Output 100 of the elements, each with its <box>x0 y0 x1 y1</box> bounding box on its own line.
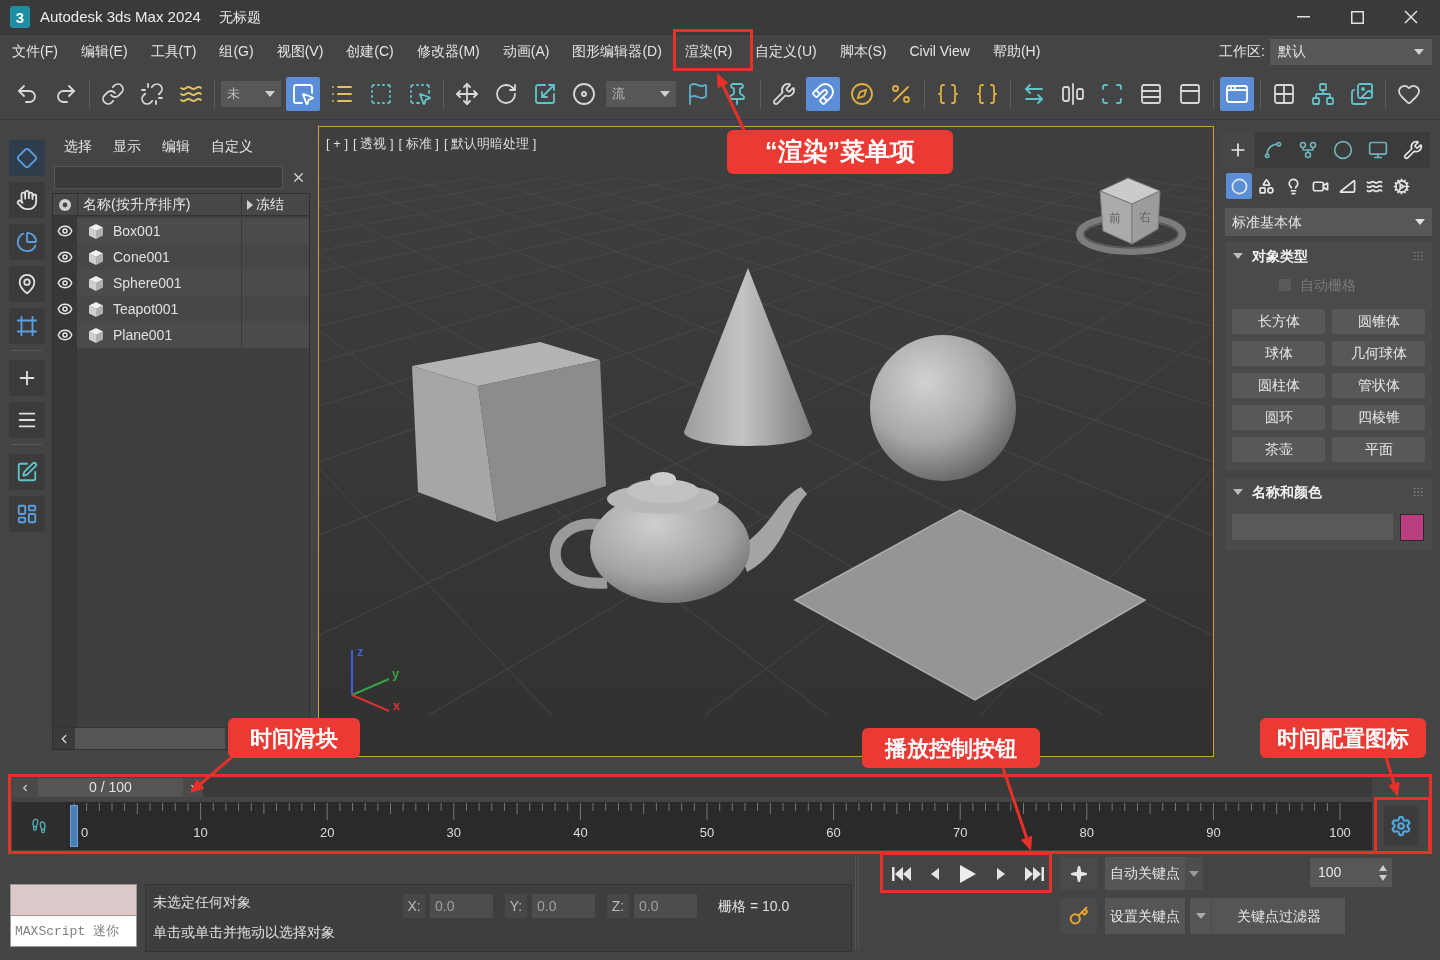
tool-button[interactable] <box>9 266 45 302</box>
explorer-menu-tab[interactable]: 自定义 <box>201 133 263 159</box>
primitive-button[interactable]: 几何球体 <box>1332 341 1425 366</box>
menu-item[interactable]: 组(G) <box>208 37 265 66</box>
menu-item[interactable]: 视图(V) <box>265 37 335 66</box>
workspace-dropdown[interactable]: 默认 <box>1270 38 1432 65</box>
menu-item[interactable]: 创建(C) <box>335 37 405 66</box>
auto-key-dropdown[interactable] <box>1185 857 1203 890</box>
menu-item[interactable]: 修改器(M) <box>405 37 491 66</box>
column-header[interactable]: 名称(按升序排序) <box>77 194 241 215</box>
tool-button[interactable] <box>9 454 45 490</box>
object-row[interactable]: Box001 <box>53 218 309 244</box>
current-frame-marker[interactable] <box>70 805 78 847</box>
menu-item[interactable]: 脚本(S) <box>828 37 898 66</box>
primitive-button[interactable]: 圆柱体 <box>1232 373 1325 398</box>
tool-button[interactable] <box>9 224 45 260</box>
search-field[interactable] <box>54 166 283 189</box>
key-mode-button[interactable] <box>1060 857 1097 890</box>
macro-recorder-field[interactable] <box>10 884 137 916</box>
monitor-icon <box>1367 140 1388 160</box>
auto-key-button[interactable]: 自动关键点 <box>1105 857 1185 890</box>
viewcube-drawing[interactable] <box>1075 177 1187 255</box>
set-key-mode-button[interactable] <box>1060 898 1097 934</box>
viewport-menu-label[interactable]: [ 默认明暗处理 ] <box>443 134 537 154</box>
toolbar-button[interactable] <box>806 76 840 111</box>
object-row[interactable]: Sphere001 <box>53 270 309 296</box>
menu-item[interactable]: 编辑(E) <box>69 37 139 66</box>
settings-icon <box>1390 815 1412 837</box>
toolbar-button[interactable] <box>1220 76 1254 111</box>
object-row[interactable]: Teapot001 <box>53 296 309 322</box>
set-key-button[interactable]: 设置关键点 <box>1105 898 1185 934</box>
chevron-left-icon <box>20 782 30 793</box>
menu-item[interactable]: 自定义(U) <box>744 37 828 66</box>
primitive-button[interactable]: 四棱锥 <box>1332 405 1425 430</box>
primitive-button[interactable]: 圆锥体 <box>1332 309 1425 334</box>
tool-button[interactable] <box>9 402 45 438</box>
dashed-square-pointer-icon <box>408 81 432 106</box>
viewport-menu-label[interactable]: [ + ] <box>326 134 349 154</box>
left-triangle-icon <box>930 867 939 880</box>
circle-dot-icon <box>59 198 71 211</box>
menu-item[interactable]: Civil View <box>898 37 981 66</box>
caret-icon <box>265 90 275 97</box>
rollout-header[interactable]: 名称和颜色 <box>1225 478 1432 506</box>
menu-item[interactable]: 渲染(R) <box>673 37 744 66</box>
caret-icon <box>1195 913 1206 919</box>
status-message: 未选定任何对象 <box>153 894 252 910</box>
rotate-icon <box>494 81 518 106</box>
tool-button[interactable] <box>9 182 45 218</box>
primitive-button[interactable]: 茶壶 <box>1232 437 1325 462</box>
viewcube-face-label: 右 <box>1139 209 1151 226</box>
app-logo: 3 <box>10 6 30 28</box>
object-row[interactable]: Plane001 <box>53 322 309 348</box>
menu-item[interactable]: 工具(T) <box>139 37 208 66</box>
primitive-button[interactable]: 长方体 <box>1232 309 1325 334</box>
menu-item[interactable]: 图形编辑器(D) <box>561 37 673 66</box>
pen-square-icon <box>16 461 38 483</box>
primitive-button[interactable]: 管状体 <box>1332 373 1425 398</box>
scan-frame-icon <box>1100 81 1124 106</box>
primitive-button[interactable]: 球体 <box>1232 341 1325 366</box>
previous-frame-button[interactable] <box>12 778 38 797</box>
toolbar-dropdown[interactable]: 流 <box>606 80 676 107</box>
explorer-menu-tab[interactable]: 选择 <box>54 133 102 159</box>
color-swatch[interactable] <box>1400 514 1424 541</box>
tool-button[interactable] <box>9 496 45 532</box>
coordinate-label: Y: <box>505 894 527 918</box>
key-filters-button[interactable]: 关键点过滤器 <box>1190 898 1345 934</box>
toolbar-dropdown[interactable]: 未 <box>221 80 281 107</box>
grid-size-text: 栅格 = 10.0 <box>718 897 790 916</box>
cube-icon <box>89 301 103 317</box>
frame-spinner[interactable]: 100 <box>1310 858 1392 887</box>
menu-item[interactable]: 动画(A) <box>491 37 561 66</box>
category-dropdown[interactable]: 标准基本体 <box>1225 208 1432 236</box>
tool-button[interactable] <box>9 140 45 176</box>
link-icon <box>101 81 125 106</box>
skip-to-start-icon <box>891 866 912 881</box>
menu-item[interactable]: 文件(F) <box>1 37 69 66</box>
command-panel-tab[interactable] <box>1255 132 1290 168</box>
circle-icon <box>1332 140 1353 160</box>
tool-button[interactable] <box>9 360 45 396</box>
object-row[interactable]: Cone001 <box>53 244 309 270</box>
toolbar-button[interactable] <box>286 76 320 111</box>
command-panel-tab[interactable] <box>1395 132 1430 168</box>
explorer-menu-tab[interactable]: 显示 <box>103 133 151 159</box>
cube-icon <box>89 327 103 343</box>
rollout-header[interactable]: 对象类型 <box>1225 242 1432 270</box>
primitive-button[interactable]: 平面 <box>1332 437 1425 462</box>
primitive-button[interactable]: 圆环 <box>1232 405 1325 430</box>
explorer-menu-tab[interactable]: 编辑 <box>152 133 200 159</box>
time-configuration-button[interactable] <box>1384 806 1418 846</box>
grip-icon <box>1412 250 1424 262</box>
time-slider-thumb[interactable]: 0 / 100 <box>38 778 183 797</box>
viewport-menu-label[interactable]: [ 透视 ] <box>353 134 394 154</box>
menu-item[interactable]: 帮助(H) <box>981 37 1052 66</box>
scrollbar-thumb[interactable] <box>75 728 225 749</box>
tool-button[interactable] <box>9 308 45 344</box>
column-header[interactable]: 冻结 <box>241 194 309 215</box>
time-slider-track[interactable]: 0 / 100 <box>12 778 1372 797</box>
frame-value: 100 <box>1318 863 1342 882</box>
maxscript-input-field[interactable]: MAXScript 迷你 <box>10 916 137 947</box>
viewport-menu-label[interactable]: [ 标准 ] <box>398 134 439 154</box>
